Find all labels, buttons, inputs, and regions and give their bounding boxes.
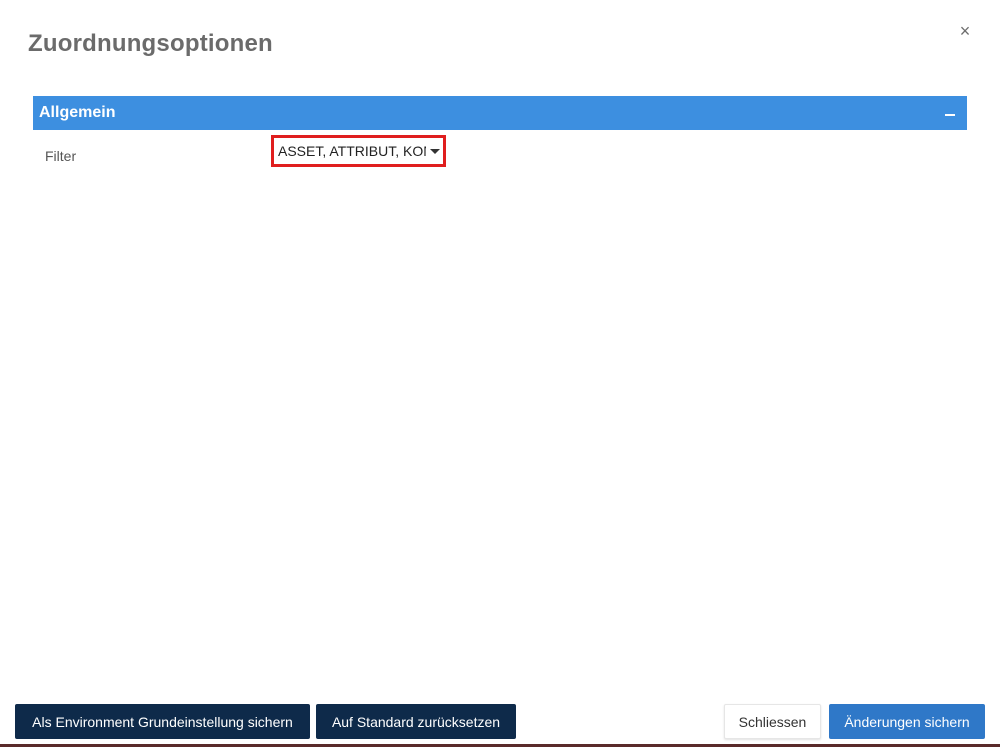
close-button[interactable]: Schliessen [724, 704, 821, 739]
section-title: Allgemein [39, 104, 116, 121]
filter-dropdown[interactable]: ASSET, ATTRIBUT, KON [271, 135, 446, 167]
general-section: Allgemein Filter ASSET, ATTRIBUT, KON [33, 96, 967, 170]
dialog-title: Zuordnungsoptionen [28, 30, 273, 57]
caret-down-icon [430, 148, 440, 154]
save-as-environment-default-button[interactable]: Als Environment Grundeinstellung sichern [15, 704, 310, 739]
reset-to-default-button[interactable]: Auf Standard zurücksetzen [316, 704, 516, 739]
save-changes-button[interactable]: Änderungen sichern [829, 704, 985, 739]
filter-label: Filter [45, 148, 77, 164]
close-icon[interactable]: × [956, 22, 974, 40]
filter-row: Filter ASSET, ATTRIBUT, KON [33, 130, 967, 170]
section-header[interactable]: Allgemein [33, 96, 967, 130]
mapping-options-dialog: × Zuordnungsoptionen Allgemein Filter AS… [0, 0, 1000, 747]
minus-icon[interactable] [943, 103, 957, 123]
filter-selected-value: ASSET, ATTRIBUT, KON [278, 143, 426, 159]
